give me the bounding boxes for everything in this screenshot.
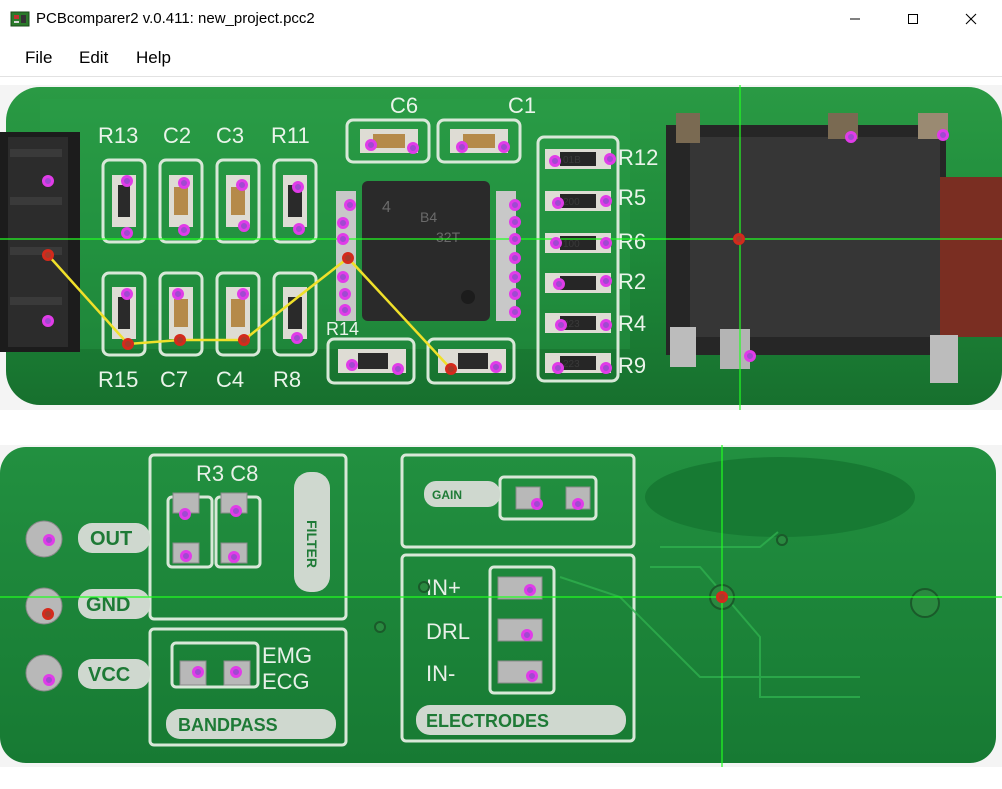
silk-bandpass: BANDPASS (178, 715, 278, 735)
silk-r11: R11 (271, 123, 310, 148)
resistor-code-2: 200 (563, 197, 580, 208)
menu-help[interactable]: Help (136, 48, 171, 68)
silk-r14: R14 (326, 319, 359, 339)
menu-bar: File Edit Help (0, 38, 1002, 77)
silk-emg: EMG (262, 643, 312, 668)
minimize-button[interactable] (826, 0, 884, 38)
silk-r13: R13 (98, 123, 138, 148)
maximize-button[interactable] (884, 0, 942, 38)
silk-in-plus: IN+ (426, 575, 461, 600)
menu-file[interactable]: File (25, 48, 52, 68)
title-bar: PCBcomparer2 v.0.411: new_project.pcc2 (0, 0, 1002, 38)
silk-r15: R15 (98, 367, 138, 392)
resistor-code-1: 01B (563, 155, 581, 166)
silk-r9: R9 (618, 353, 646, 378)
silk-filter: FILTER (304, 520, 320, 568)
silk-vcc: VCC (88, 664, 130, 686)
window-title: PCBcomparer2 v.0.411: new_project.pcc2 (36, 10, 315, 27)
silk-r8: R8 (273, 367, 301, 392)
silk-r12: R12 (618, 145, 658, 170)
silk-c3: C3 (216, 123, 244, 148)
minimize-icon (850, 18, 860, 20)
silk-ecg: ECG (262, 669, 310, 694)
silk-r5: R5 (618, 185, 646, 210)
silk-electrodes: ELECTRODES (426, 711, 549, 731)
silk-r2: R2 (618, 269, 646, 294)
maximize-icon (908, 14, 918, 24)
bottom-board-photo: OUT GND VCC BANDPASS GAIN ELECTRODES FIL… (0, 445, 1002, 767)
menu-edit[interactable]: Edit (79, 48, 108, 68)
silk-drl: DRL (426, 619, 470, 644)
close-icon (965, 13, 977, 25)
silk-r3-c8: R3 C8 (196, 461, 258, 486)
chip-marking-2: B4 (420, 209, 437, 225)
resistor-code-5: 223 (563, 359, 580, 370)
silk-r6: R6 (618, 229, 646, 254)
silk-r4: R4 (618, 311, 646, 336)
pcb-board-icon (10, 9, 30, 29)
silk-c6: C6 (390, 93, 418, 118)
close-button[interactable] (942, 0, 1000, 38)
silk-c7: C7 (160, 367, 188, 392)
silk-in-minus: IN- (426, 661, 455, 686)
pcb-canvas[interactable]: 4 B4 32T R13 C2 C3 R11 C6 C1 R12 R5 R6 R… (0, 77, 1002, 789)
resistor-code-3: 100 (563, 239, 580, 250)
silk-c1: C1 (508, 93, 536, 118)
silk-out: OUT (90, 528, 132, 550)
silk-gain: GAIN (432, 488, 462, 502)
chip-marking-1: 4 (382, 199, 391, 216)
silk-c2: C2 (163, 123, 191, 148)
chip-marking-3: 32T (436, 229, 461, 245)
silk-c4: C4 (216, 367, 244, 392)
